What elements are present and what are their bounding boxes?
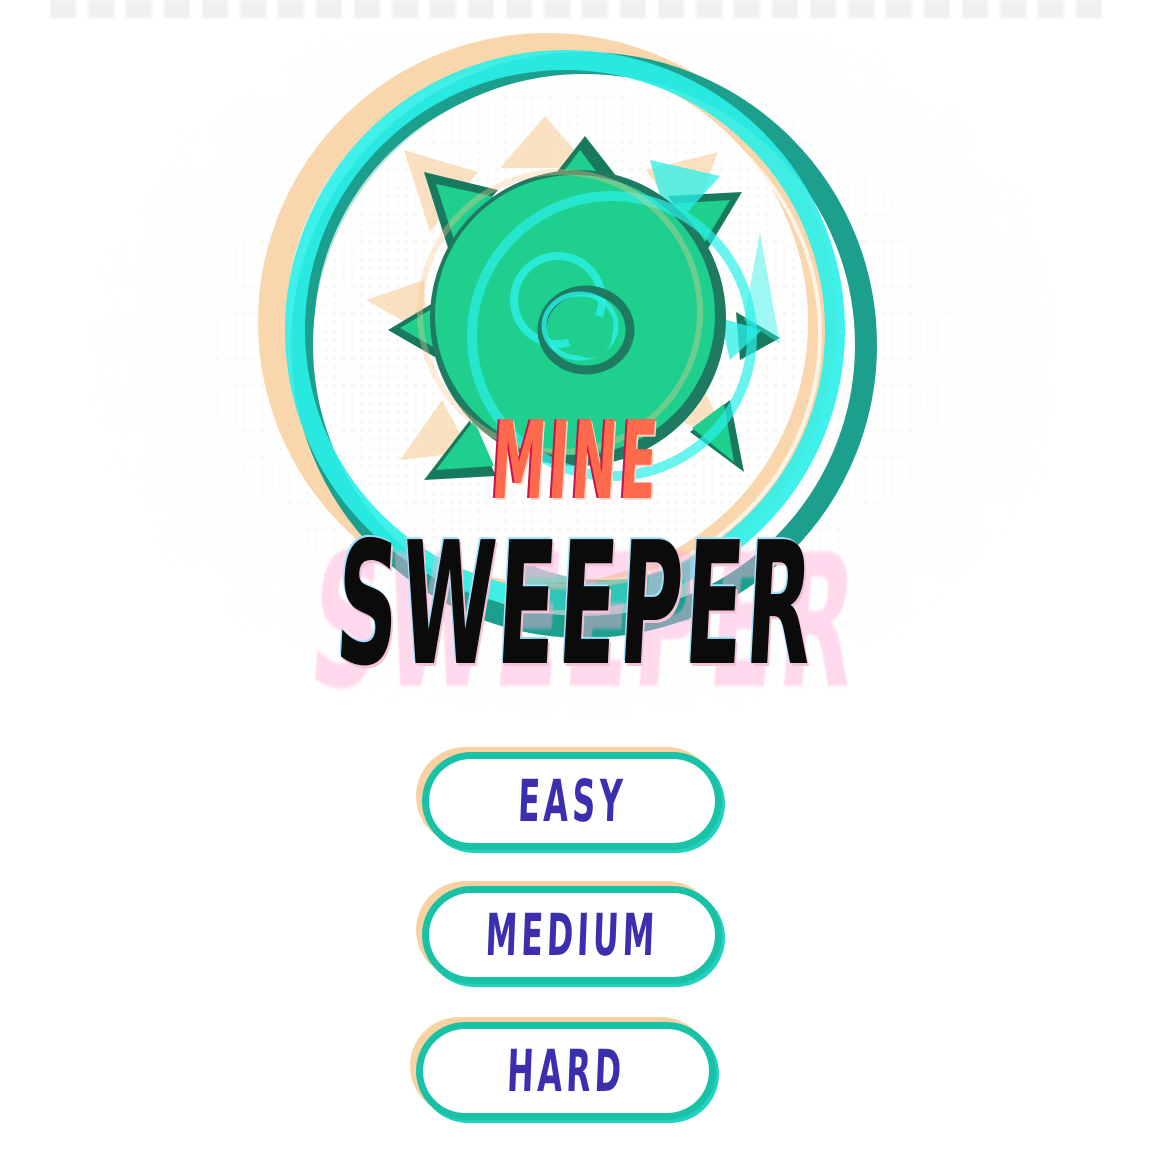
easy-button-label: EASY xyxy=(516,767,628,835)
easy-button[interactable]: EASY xyxy=(422,752,722,850)
hard-button-label: HARD xyxy=(505,1037,627,1105)
title-line-sweeper: SWEEPER xyxy=(331,506,821,704)
hard-button[interactable]: HARD xyxy=(416,1022,716,1120)
medium-button-label: MEDIUM xyxy=(484,901,660,969)
title-line-mine: MINE xyxy=(488,399,664,524)
medium-button[interactable]: MEDIUM xyxy=(422,886,722,984)
